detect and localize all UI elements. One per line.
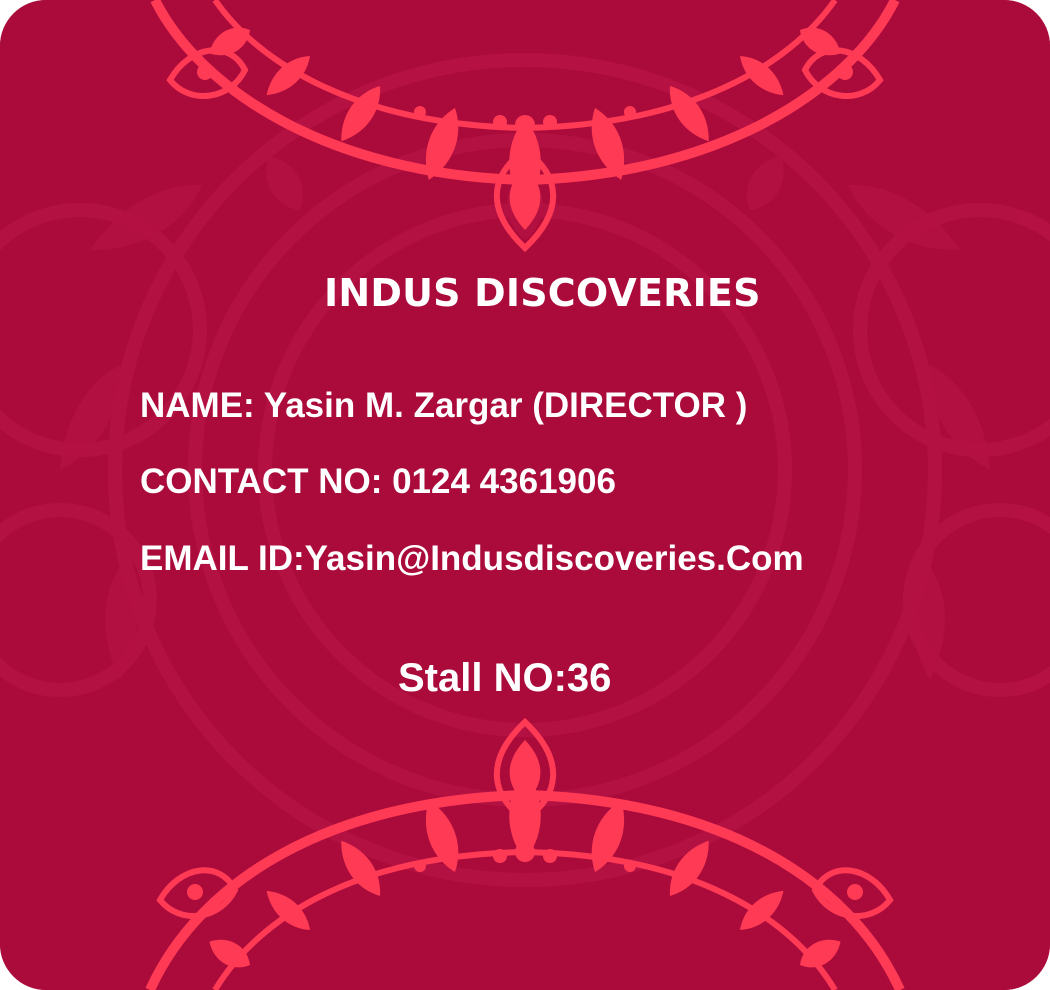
company-name: INDUS DISCOVERIES: [324, 271, 761, 315]
stall-number: Stall NO:36: [398, 656, 612, 700]
contact-email: EMAIL ID:Yasin@Indusdiscoveries.Com: [140, 539, 804, 578]
contact-phone: CONTACT NO: 0124 4361906: [140, 462, 616, 501]
contact-name: NAME: Yasin M. Zargar (DIRECTOR ): [140, 386, 748, 425]
business-card: INDUS DISCOVERIES NAME: Yasin M. Zargar …: [0, 0, 1050, 990]
